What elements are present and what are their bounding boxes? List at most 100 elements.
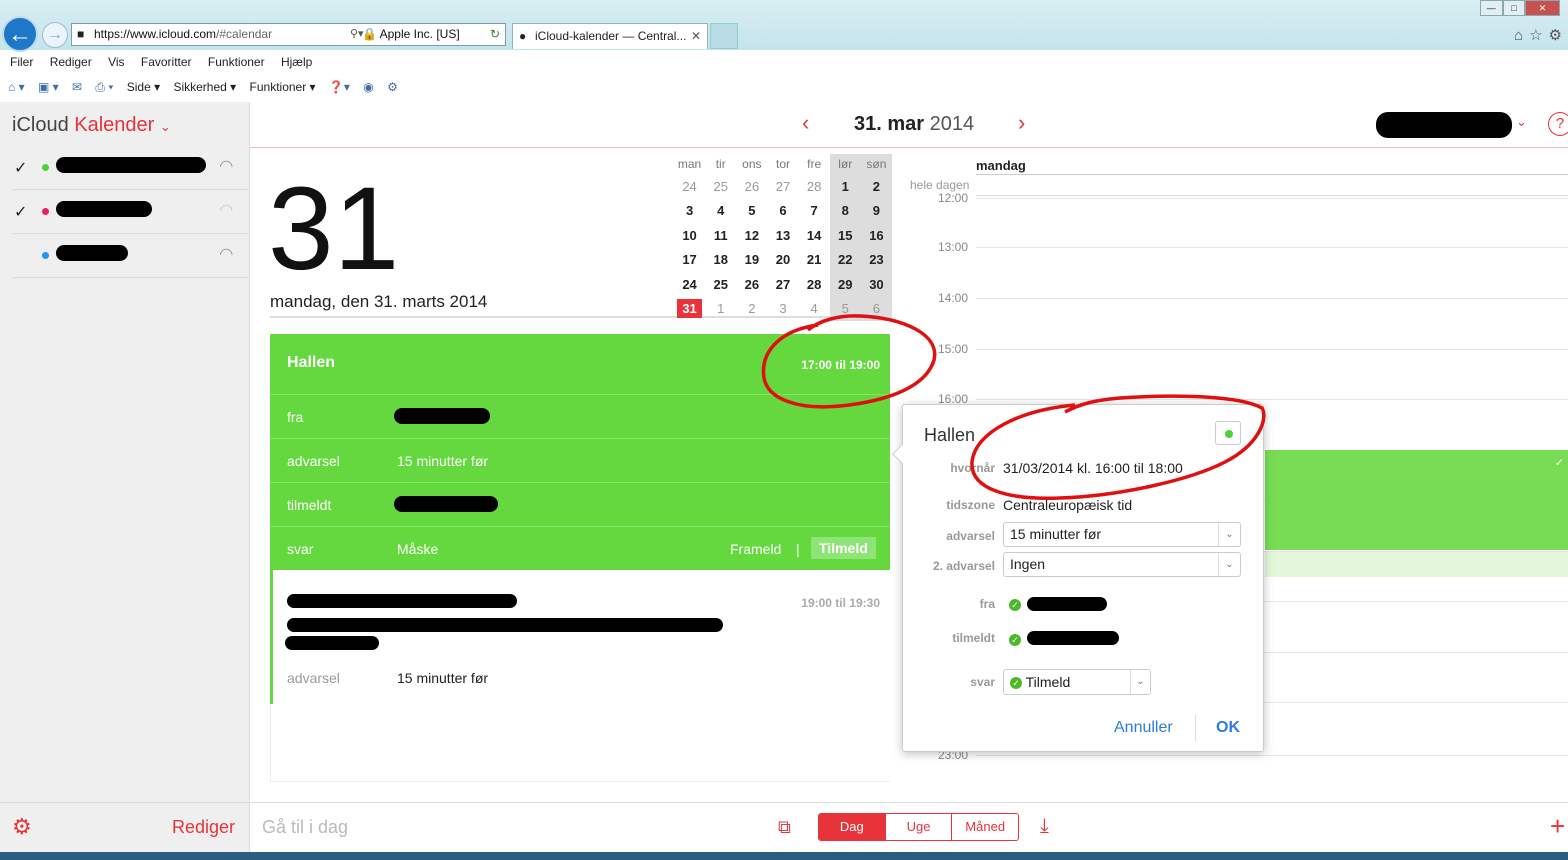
maximize-button[interactable]: □: [1502, 0, 1526, 16]
new-tab-button[interactable]: [710, 23, 738, 49]
window-close-button[interactable]: ✕: [1525, 0, 1561, 16]
day-cell[interactable]: 3: [674, 199, 705, 224]
day-cell[interactable]: 8: [829, 198, 861, 223]
menu-item[interactable]: Filer: [10, 55, 33, 69]
menu-item[interactable]: Favoritter: [141, 55, 192, 69]
day-cell[interactable]: 4: [705, 199, 736, 224]
view-week-button[interactable]: Uge: [886, 814, 953, 840]
day-cell[interactable]: 13: [767, 223, 798, 248]
day-cell[interactable]: 6: [860, 296, 892, 321]
menu-item[interactable]: Hjælp: [281, 55, 312, 69]
day-cell[interactable]: 7: [799, 199, 830, 224]
help-icon[interactable]: ?: [1548, 112, 1568, 136]
view-month-button[interactable]: Måned: [952, 814, 1018, 840]
day-cell[interactable]: 17: [674, 248, 705, 273]
popover-title[interactable]: Hallen: [924, 425, 975, 446]
day-cell[interactable]: 29: [829, 272, 861, 297]
day-cell[interactable]: 27: [767, 272, 798, 297]
day-cell[interactable]: 24: [674, 174, 705, 199]
day-cell[interactable]: 26: [736, 174, 767, 199]
home-icon[interactable]: ⌂: [1514, 27, 1529, 44]
view-day-button[interactable]: Dag: [819, 814, 886, 840]
day-cell[interactable]: 4: [799, 297, 830, 322]
day-cell[interactable]: 18: [705, 248, 736, 273]
day-cell[interactable]: 3: [767, 297, 798, 322]
minimize-button[interactable]: —: [1480, 0, 1503, 16]
gear-icon[interactable]: ⚙: [1549, 27, 1568, 44]
print-icon[interactable]: ⎙ ▾: [95, 80, 113, 94]
day-cell[interactable]: 19: [736, 248, 767, 273]
day-cell[interactable]: 22: [829, 247, 861, 272]
back-button[interactable]: ←: [2, 16, 38, 52]
menu-item[interactable]: Rediger: [50, 55, 92, 69]
calendar-color-button[interactable]: [1215, 421, 1241, 445]
reply-select[interactable]: ✓ Tilmeld ⌄: [1003, 669, 1151, 695]
cancel-button[interactable]: Annuller: [1114, 719, 1173, 737]
security-label[interactable]: 🔒 Apple Inc. [US]: [362, 24, 460, 45]
hp-icon[interactable]: ◉: [363, 80, 373, 94]
redacted-attendee[interactable]: [1027, 631, 1119, 645]
add-event-icon[interactable]: +: [1550, 811, 1565, 842]
day-cell[interactable]: 20: [767, 248, 798, 273]
menu-item[interactable]: Vis: [108, 55, 124, 69]
day-cell[interactable]: 16: [860, 223, 892, 248]
mail-icon[interactable]: ✉: [72, 80, 82, 94]
day-view-event[interactable]: [1265, 552, 1568, 577]
refresh-icon[interactable]: ↻: [490, 24, 500, 45]
today-cell[interactable]: 31: [674, 297, 705, 322]
chevron-down-icon[interactable]: ⌄: [1516, 114, 1527, 130]
forward-button[interactable]: →: [42, 22, 68, 48]
star-icon[interactable]: ☆: [1529, 27, 1548, 44]
shared-feed-icon[interactable]: ◜◝: [220, 244, 242, 266]
calendar-list-icon[interactable]: ⧉: [778, 817, 798, 837]
day-cell[interactable]: 5: [736, 199, 767, 224]
home-icon[interactable]: ⌂ ▾: [8, 80, 25, 94]
accept-button[interactable]: Tilmeld: [811, 537, 876, 559]
day-cell[interactable]: 12: [736, 223, 767, 248]
command-side[interactable]: Side ▾: [127, 80, 160, 94]
day-cell[interactable]: 5: [829, 296, 861, 321]
day-view-event[interactable]: ✓: [1265, 450, 1568, 550]
day-cell[interactable]: 2: [736, 297, 767, 322]
shared-feed-icon[interactable]: ◜◝: [220, 156, 242, 178]
app-title[interactable]: iCloud Kalender ⌄: [12, 114, 171, 137]
day-cell[interactable]: 2: [860, 174, 892, 199]
prev-day-icon[interactable]: ‹: [802, 110, 809, 136]
calendar-item[interactable]: ✓ ◜◝: [12, 146, 248, 190]
alert2-select[interactable]: Ingen ⌄: [1003, 552, 1241, 577]
day-cell[interactable]: 23: [860, 247, 892, 272]
address-bar[interactable]: ■ https://www.icloud.com/#calendar ⚲▾ 🔒 …: [71, 23, 506, 46]
shared-feed-icon[interactable]: ◜◝: [220, 200, 242, 222]
day-cell[interactable]: 6: [767, 199, 798, 224]
alert-select[interactable]: 15 minutter før ⌄: [1003, 522, 1241, 547]
day-cell[interactable]: 25: [705, 272, 736, 297]
command-tools[interactable]: Funktioner ▾: [250, 80, 316, 94]
help-icon[interactable]: ❓▾: [329, 80, 350, 94]
check-icon[interactable]: ✓: [14, 202, 27, 222]
redacted-account-name[interactable]: [1376, 112, 1512, 138]
day-cell[interactable]: 21: [799, 248, 830, 273]
timezone-value[interactable]: Centraleuropæisk tid: [1003, 497, 1132, 513]
day-cell[interactable]: 25: [705, 174, 736, 199]
decline-button[interactable]: Frameld: [730, 541, 781, 557]
day-cell[interactable]: 27: [767, 174, 798, 199]
goto-today-button[interactable]: Gå til i dag: [262, 817, 348, 838]
check-icon[interactable]: ✓: [14, 158, 27, 178]
settings-icon[interactable]: ⚙: [387, 80, 398, 94]
ok-button[interactable]: OK: [1216, 719, 1240, 737]
day-cell[interactable]: 28: [799, 174, 830, 199]
day-cell[interactable]: 11: [705, 223, 736, 248]
next-day-icon[interactable]: ›: [1018, 110, 1025, 136]
day-cell[interactable]: 15: [829, 223, 861, 248]
command-security[interactable]: Sikkerhed ▾: [173, 80, 236, 94]
calendar-item[interactable]: ◜◝: [12, 234, 248, 278]
calendar-item[interactable]: ✓ ◜◝: [12, 190, 248, 234]
redacted-organizer[interactable]: [1027, 597, 1107, 611]
day-cell[interactable]: 28: [799, 272, 830, 297]
close-tab-icon[interactable]: ✕: [691, 24, 701, 48]
day-cell[interactable]: 24: [674, 272, 705, 297]
menu-item[interactable]: Funktioner: [208, 55, 265, 69]
edit-button[interactable]: Rediger: [172, 817, 235, 838]
event-card-selected[interactable]: Hallen 17:00 til 19:00 fra advarsel 15 m…: [270, 334, 890, 570]
day-cell[interactable]: 14: [799, 223, 830, 248]
